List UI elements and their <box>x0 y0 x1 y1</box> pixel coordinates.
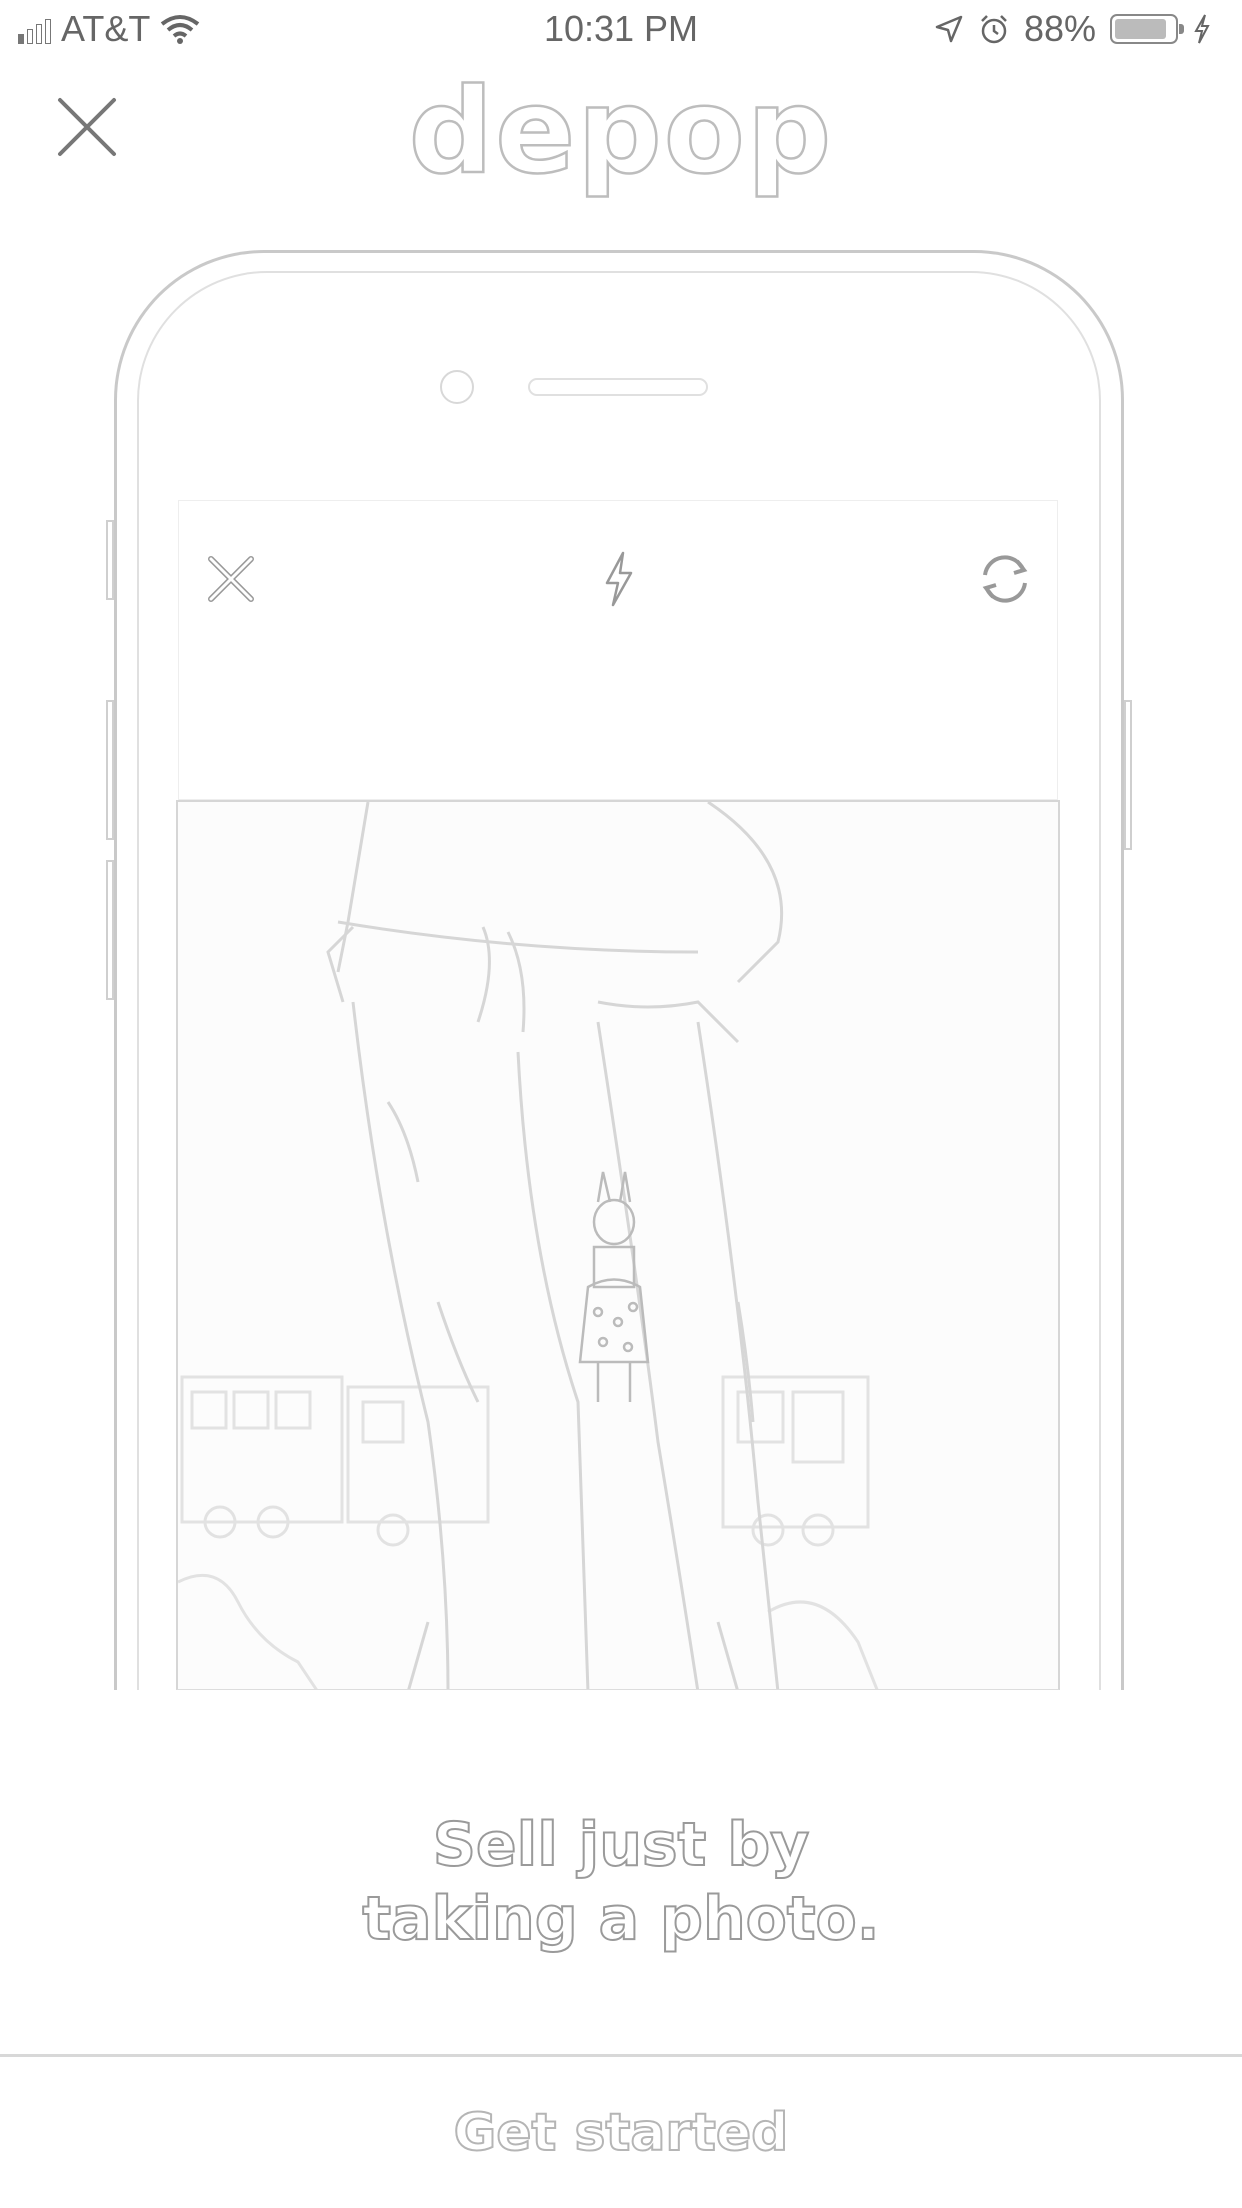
battery-percent: 88% <box>1023 8 1096 49</box>
battery-fill <box>1115 19 1167 39</box>
alarm-icon <box>981 15 1007 44</box>
location-arrow-icon <box>935 15 963 43</box>
flash-icon <box>605 551 633 607</box>
phone-side-button <box>1124 700 1132 850</box>
status-bar: AT&T 10:31 PM 88% <box>0 0 1242 60</box>
close-icon <box>208 556 254 602</box>
phone-speaker <box>528 378 708 396</box>
tagline-line-2: taking a photo. <box>361 1883 880 1955</box>
camera-toolbar <box>178 500 1058 800</box>
phone-screen <box>176 500 1060 1690</box>
charging-icon <box>1194 14 1210 44</box>
battery-icon <box>1110 14 1184 44</box>
phone-side-button <box>106 700 114 840</box>
phone-side-button <box>106 860 114 1000</box>
get-started-button[interactable]: Get started <box>0 2058 1242 2208</box>
tagline: Sell just by taking a photo. <box>0 1808 1242 1956</box>
phone-camera <box>440 370 474 404</box>
camera-close-button <box>201 549 261 609</box>
product-photo-sketch <box>178 802 879 1689</box>
phone-side-button <box>106 520 114 600</box>
product-photo <box>176 800 1060 1690</box>
flash-button <box>589 549 649 609</box>
tagline-line-1: Sell just by <box>432 1809 811 1881</box>
divider <box>0 2054 1242 2057</box>
status-right: 88% <box>934 8 1212 50</box>
switch-camera-button <box>975 549 1035 609</box>
switch-camera-icon <box>982 555 1028 603</box>
depop-logo: depop <box>408 61 834 202</box>
